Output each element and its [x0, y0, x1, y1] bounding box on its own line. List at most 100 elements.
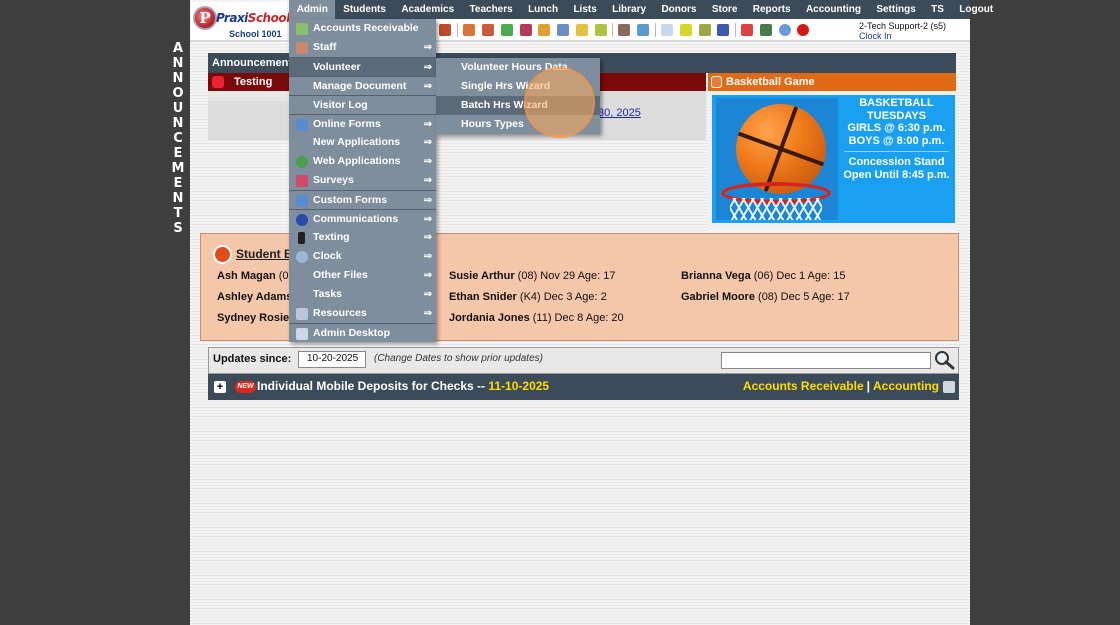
menu-item-online-forms[interactable]: Online Forms ⇒	[289, 114, 436, 133]
admin-dropdown-menu: Accounts Receivable Staff ⇒ Volunteer ⇒ Ma…	[289, 19, 436, 342]
lunch-icon[interactable]	[538, 24, 551, 36]
menu-item-resources[interactable]: Resources ⇒	[289, 304, 436, 323]
birthday-entry: Sydney Rosier	[217, 312, 294, 324]
logo-brand: PraxiSchool	[216, 11, 290, 25]
nav-store[interactable]: Store	[704, 0, 745, 19]
group-icon[interactable]	[519, 24, 532, 36]
nav-donors[interactable]: Donors	[654, 0, 704, 19]
library-icon[interactable]	[594, 24, 607, 36]
announce-icon[interactable]	[439, 24, 452, 36]
menu-item-surveys[interactable]: Surveys ⇒	[289, 171, 436, 190]
nav-accounting[interactable]: Accounting	[798, 0, 868, 19]
menu-item-manage-document[interactable]: Manage Document ⇒	[289, 76, 436, 95]
nav-lunch[interactable]: Lunch	[520, 0, 565, 19]
money-icon[interactable]	[500, 24, 513, 36]
update-title[interactable]: Individual Mobile Deposits for Checks --…	[257, 379, 549, 393]
praxischool-logo-icon: P	[193, 6, 217, 30]
menu-item-other-files[interactable]: Other Files ⇒	[289, 266, 436, 285]
menu-item-tasks[interactable]: Tasks ⇒	[289, 285, 436, 304]
pdf-icon[interactable]	[741, 24, 754, 36]
link-separator: |	[866, 379, 870, 393]
birthdays-title[interactable]: Student B	[236, 247, 293, 261]
search-icon[interactable]	[933, 350, 955, 370]
search-input[interactable]	[721, 352, 931, 369]
update-links: Accounts Receivable | Accounting	[743, 379, 939, 393]
toolbar-separator	[654, 23, 656, 37]
basketball-ball	[736, 104, 826, 194]
birthday-entry: Susie Arthur (08) Nov 29 Age: 17	[449, 270, 616, 282]
menu-item-custom-forms[interactable]: Custom Forms ⇒	[289, 190, 436, 209]
birthday-entry: Gabriel Moore (08) Dec 5 Age: 17	[681, 291, 850, 303]
testing-card-link[interactable]: 30, 2025	[598, 107, 641, 119]
flyer-line: Open Until 8:45 p.m.	[843, 168, 950, 181]
nav-reports[interactable]: Reports	[745, 0, 798, 19]
basketball-flyer-text: BASKETBALL TUESDAYS GIRLS @ 6:30 p.m. BO…	[838, 95, 955, 182]
menu-item-texting[interactable]: Texting ⇒	[289, 228, 436, 247]
basketball-card-header: Basketball Game	[708, 73, 956, 91]
birthday-entry: Ashley Adams	[217, 291, 293, 303]
basketball-net	[730, 198, 822, 220]
expand-icon[interactable]: +	[214, 381, 226, 393]
people-icon[interactable]	[618, 24, 631, 36]
menu-item-visitor-log[interactable]: Visitor Log	[289, 95, 436, 114]
menu-item-volunteer[interactable]: Volunteer ⇒	[289, 57, 436, 76]
barcode-icon[interactable]	[679, 24, 692, 36]
announcement-icon	[212, 76, 224, 88]
updates-label: Updates since:	[213, 353, 292, 365]
updates-date-input[interactable]: 10-20-2025	[298, 351, 366, 368]
book-icon[interactable]	[557, 24, 570, 36]
af-icon[interactable]	[717, 24, 730, 36]
updates-hint: (Change Dates to show prior updates)	[374, 353, 543, 364]
student-icon[interactable]	[481, 24, 494, 36]
menu-item-clock[interactable]: Clock ⇒	[289, 247, 436, 266]
menu-item-web-applications[interactable]: Web Applications ⇒	[289, 152, 436, 171]
flyer-line: Concession Stand	[848, 156, 945, 169]
custom-forms-icon	[296, 195, 308, 207]
online-forms-icon	[296, 119, 308, 131]
testing-title: Testing	[234, 76, 273, 88]
desktop-icon	[296, 328, 308, 340]
resources-icon	[296, 308, 308, 320]
nav-library[interactable]: Library	[604, 0, 653, 19]
nav-lists[interactable]: Lists	[566, 0, 605, 19]
help-icon[interactable]	[778, 24, 791, 36]
table-icon[interactable]	[660, 24, 673, 36]
user-name: 2-Tech Support-2 (s5)	[859, 21, 947, 31]
cash-icon[interactable]	[759, 24, 772, 36]
nav-academics[interactable]: Academics	[394, 0, 462, 19]
toolbar	[436, 19, 856, 41]
flyer-line: GIRLS @ 6:30 p.m.	[847, 122, 946, 135]
school-name: School 1001	[229, 29, 282, 39]
at-icon	[296, 214, 308, 226]
staff-icon	[296, 42, 308, 54]
basketball-icon	[711, 76, 722, 88]
nav-ts[interactable]: TS	[923, 0, 951, 19]
clock-icon[interactable]	[637, 24, 650, 36]
menu-item-new-applications[interactable]: New Applications ⇒	[289, 133, 436, 152]
basketball-flyer: BASKETBALL TUESDAYS GIRLS @ 6:30 p.m. BO…	[712, 95, 955, 223]
accounting-link[interactable]: Accounting	[873, 379, 939, 393]
school-logo[interactable]: P PraxiSchool School 1001	[191, 2, 290, 40]
menu-item-staff[interactable]: Staff ⇒	[289, 38, 436, 57]
nav-logout[interactable]: Logout	[952, 0, 1001, 19]
nav-settings[interactable]: Settings	[869, 0, 924, 19]
flyer-line: BASKETBALL	[859, 97, 934, 109]
menu-item-admin-desktop[interactable]: Admin Desktop	[289, 323, 436, 342]
phone-icon	[298, 232, 305, 244]
nav-teachers[interactable]: Teachers	[462, 0, 521, 19]
flyer-line: BOYS @ 8:00 p.m.	[848, 134, 945, 147]
birthday-cake-icon	[213, 245, 232, 264]
teacher-icon[interactable]	[463, 24, 476, 36]
power-icon[interactable]	[797, 24, 810, 36]
birthday-entry: Ash Magan (0	[217, 270, 289, 282]
user-info: 2-Tech Support-2 (s5) Clock In	[856, 19, 970, 41]
menu-item-communications[interactable]: Communications ⇒	[289, 209, 436, 228]
print-icon[interactable]	[943, 381, 955, 393]
nav-students[interactable]: Students	[335, 0, 393, 19]
pencil-icon[interactable]	[575, 24, 588, 36]
menu-item-accounts-receivable[interactable]: Accounts Receivable	[289, 19, 436, 38]
register-icon[interactable]	[698, 24, 711, 36]
accounts-receivable-link[interactable]: Accounts Receivable	[743, 379, 864, 393]
nav-admin[interactable]: Admin	[289, 0, 336, 19]
announcements-vertical-label: ANNOUNCEMENTS	[171, 41, 185, 236]
